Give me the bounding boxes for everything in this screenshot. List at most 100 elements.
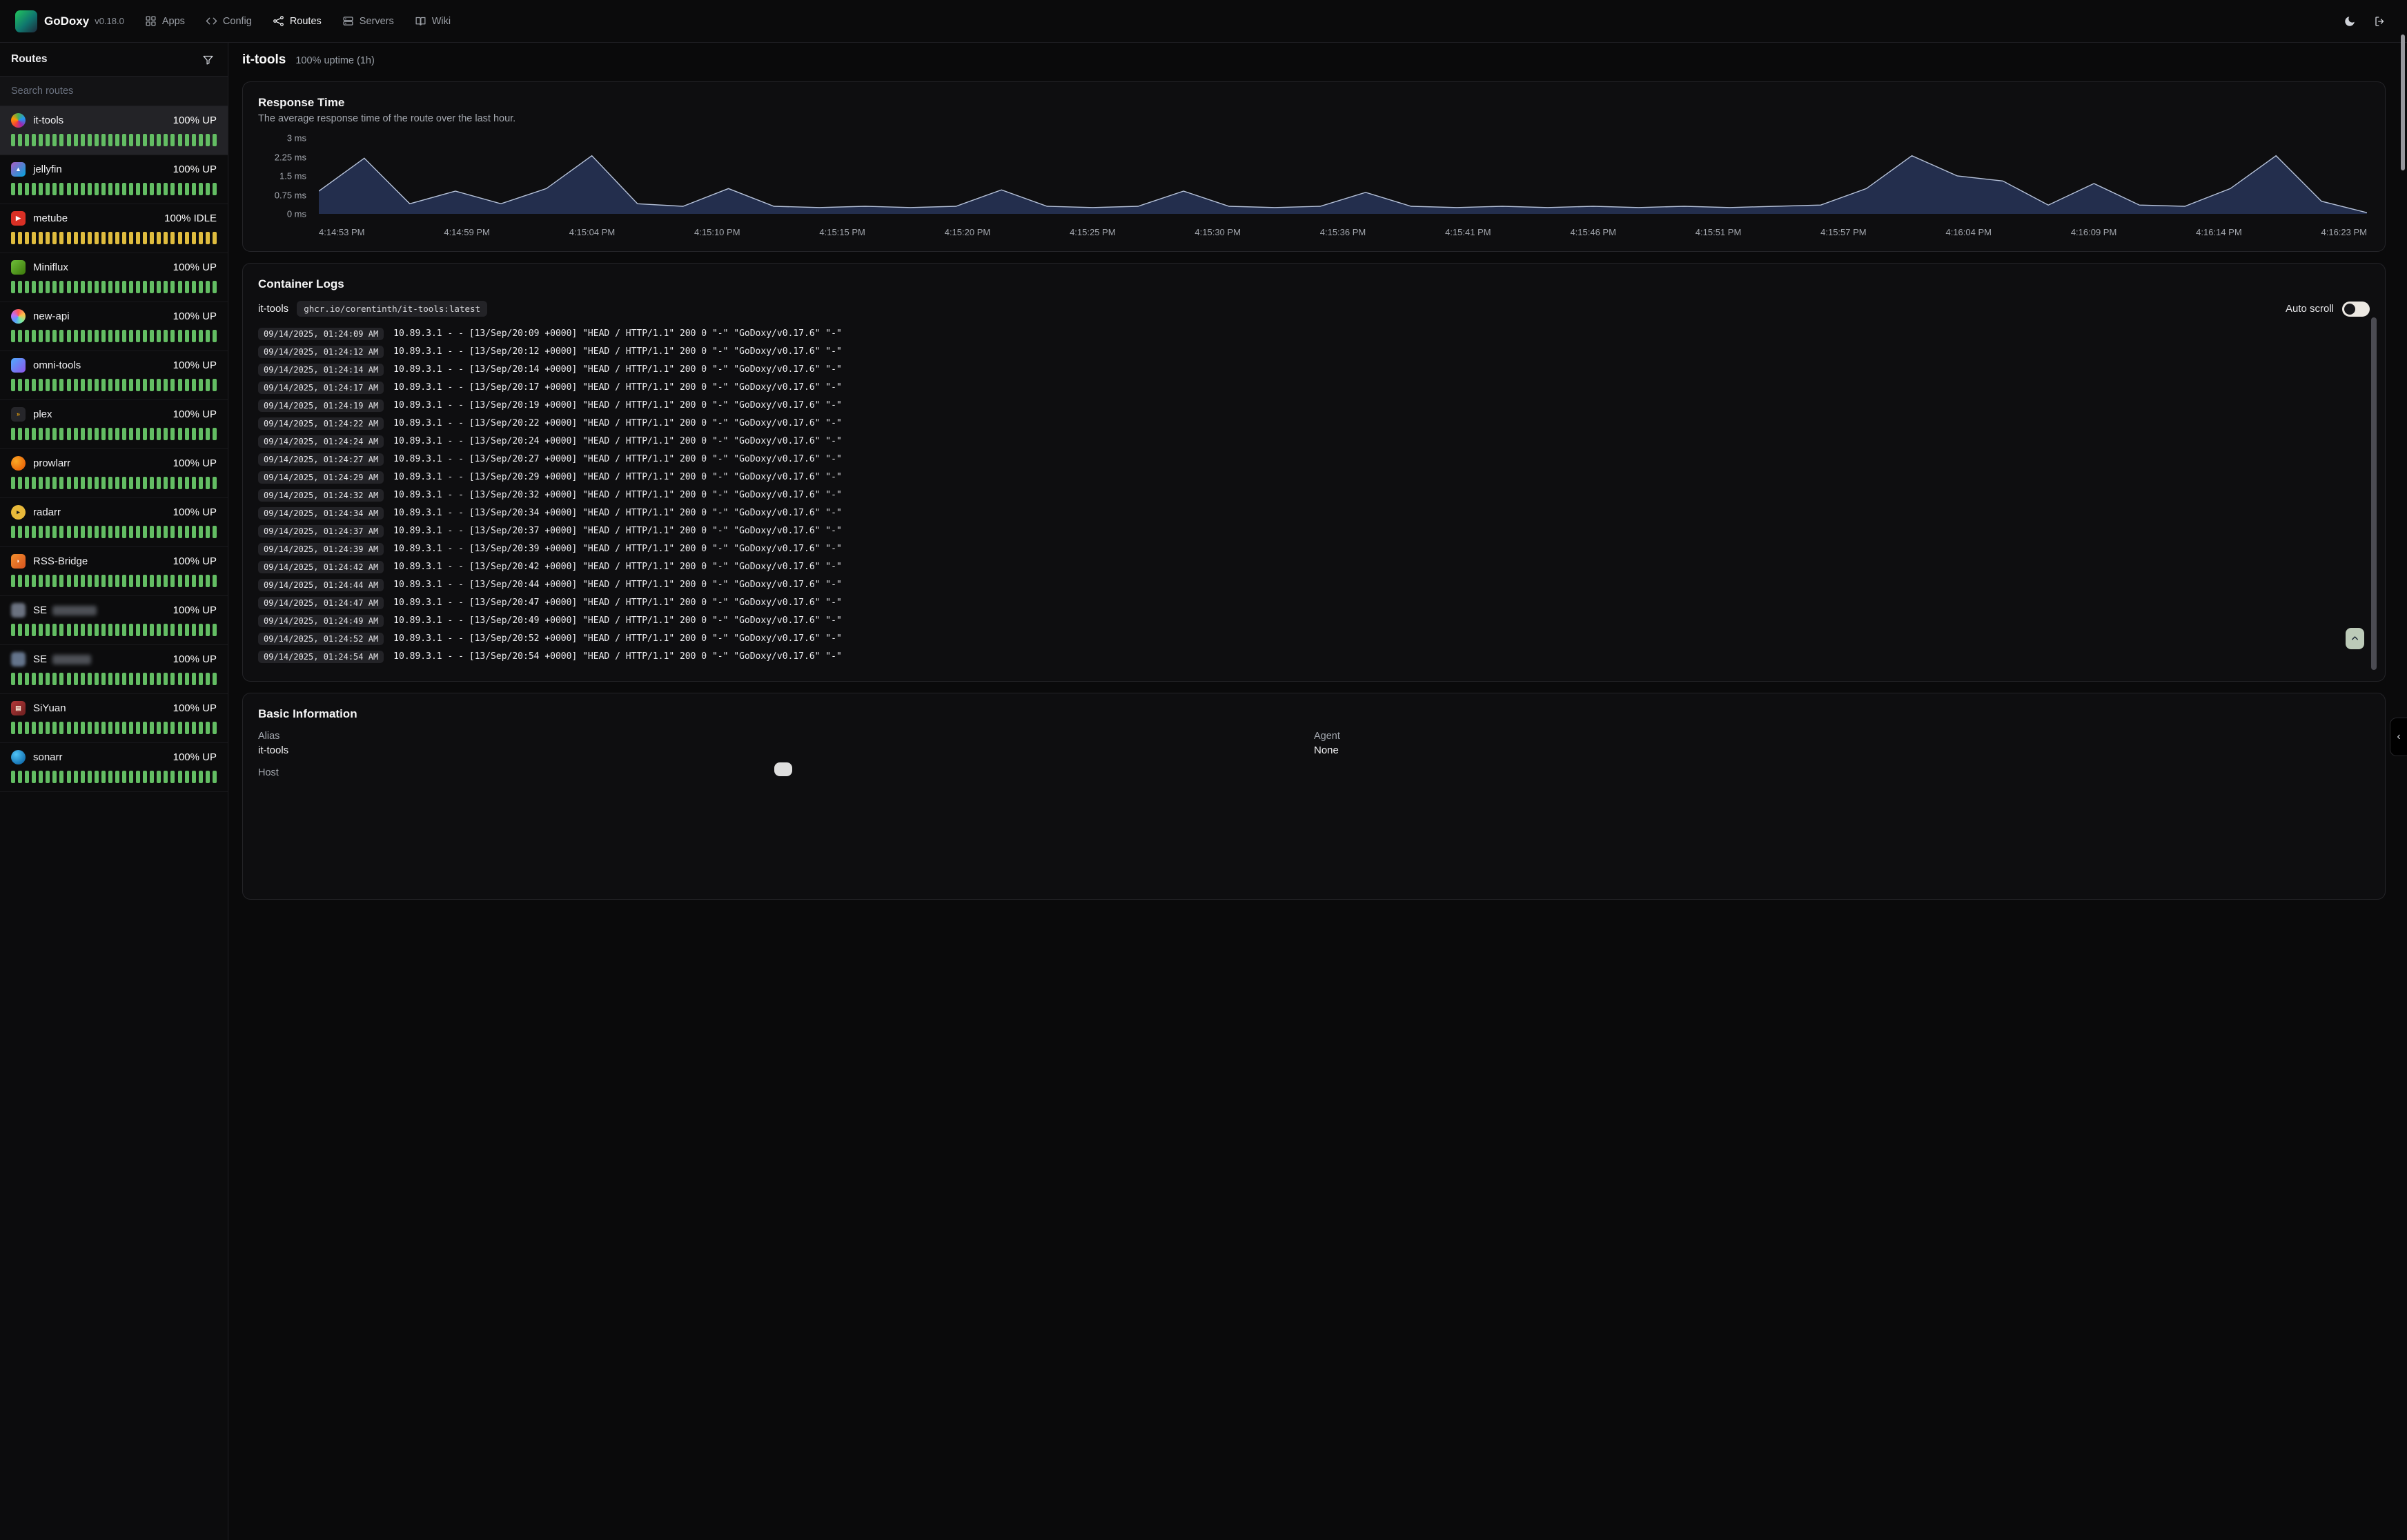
nav-item-servers[interactable]: Servers: [342, 15, 394, 27]
logout-button[interactable]: [2368, 10, 2392, 33]
nav-item-routes[interactable]: Routes: [273, 15, 322, 27]
route-list-item[interactable]: ◗ RSS-Bridge 100% UP: [0, 547, 228, 596]
route-list-item[interactable]: SE 100% UP: [0, 645, 228, 694]
uptime-bar: [143, 771, 147, 783]
uptime-bar: [213, 575, 217, 587]
log-message: 10.89.3.1 - - [13/Sep/20:27 +0000] "HEAD…: [393, 454, 842, 464]
uptime-bar: [129, 575, 133, 587]
search-routes-input[interactable]: [11, 86, 217, 97]
uptime-bar: [52, 428, 57, 440]
log-timestamp: 09/14/2025, 01:24:32 AM: [258, 489, 384, 502]
uptime-bar: [199, 477, 203, 489]
route-list-item[interactable]: sonarr 100% UP: [0, 743, 228, 792]
field-value: it-tools: [258, 744, 1314, 756]
route-status: 100% UP: [173, 555, 217, 567]
uptime-bar: [101, 526, 106, 538]
route-list-item[interactable]: SE 100% UP: [0, 596, 228, 645]
log-message: 10.89.3.1 - - [13/Sep/20:49 +0000] "HEAD…: [393, 615, 842, 626]
uptime-bar: [52, 330, 57, 342]
uptime-bar: [178, 771, 182, 783]
filter-routes-button[interactable]: [199, 50, 217, 68]
uptime-bar: [74, 428, 78, 440]
x-tick-label: 4:14:59 PM: [444, 227, 490, 237]
servers-icon: [342, 15, 354, 27]
uptime-bar: [199, 428, 203, 440]
page-scrollbar-thumb[interactable]: [2401, 34, 2405, 170]
uptime-bar: [164, 477, 168, 489]
route-list-item[interactable]: ▸ radarr 100% UP: [0, 498, 228, 547]
uptime-bar: [164, 673, 168, 685]
uptime-bar: [164, 281, 168, 293]
log-scrollbar[interactable]: [2371, 317, 2377, 670]
uptime-bar: [143, 526, 147, 538]
route-list-item[interactable]: » plex 100% UP: [0, 400, 228, 449]
uptime-bar: [46, 477, 50, 489]
nav-item-apps[interactable]: Apps: [145, 15, 185, 27]
route-name: metube: [33, 213, 68, 224]
log-message: 10.89.3.1 - - [13/Sep/20:24 +0000] "HEAD…: [393, 436, 842, 446]
log-row: 09/14/2025, 01:24:39 AM 10.89.3.1 - - [1…: [258, 542, 2349, 556]
uptime-bar: [150, 330, 154, 342]
theme-toggle-button[interactable]: [2338, 10, 2361, 33]
uptime-bar: [46, 526, 50, 538]
scroll-to-top-button[interactable]: [2346, 628, 2364, 649]
route-list-item[interactable]: prowlarr 100% UP: [0, 449, 228, 498]
y-tick-label: 0.75 ms: [275, 190, 306, 200]
uptime-bar: [18, 771, 22, 783]
route-list-item[interactable]: ▲ jellyfin 100% UP: [0, 155, 228, 204]
x-tick-label: 4:16:04 PM: [1945, 227, 1992, 237]
route-name: sonarr: [33, 751, 63, 763]
route-list-item[interactable]: omni-tools 100% UP: [0, 351, 228, 400]
uptime-bar: [150, 575, 154, 587]
autoscroll-toggle[interactable]: [2342, 302, 2370, 317]
uptime-bar: [39, 673, 43, 685]
nav-label: Config: [223, 16, 252, 27]
uptime-bar: [108, 281, 112, 293]
uptime-bar: [39, 379, 43, 391]
log-timestamp: 09/14/2025, 01:24:17 AM: [258, 382, 384, 394]
uptime-bar: [46, 330, 50, 342]
uptime-bar: [25, 575, 29, 587]
brand-name: GoDoxy: [44, 14, 89, 28]
uptime-bar: [18, 232, 22, 244]
uptime-bar: [95, 771, 99, 783]
autoscroll-control: Auto scroll: [2286, 302, 2370, 317]
uptime-bar: [39, 232, 43, 244]
uptime-bar: [67, 722, 71, 734]
uptime-bar: [74, 526, 78, 538]
route-list-item[interactable]: ▤ SiYuan 100% UP: [0, 694, 228, 743]
uptime-bar: [11, 379, 15, 391]
uptime-bar: [164, 134, 168, 146]
route-list-item[interactable]: new-api 100% UP: [0, 302, 228, 351]
uptime-bar: [143, 330, 147, 342]
uptime-bar: [88, 771, 92, 783]
route-list-item[interactable]: it-tools 100% UP: [0, 106, 228, 155]
uptime-bar: [59, 722, 63, 734]
uptime-bar: [129, 183, 133, 195]
collapse-panel-tab[interactable]: ‹: [2390, 718, 2407, 756]
uptime-bar: [18, 428, 22, 440]
route-list-item[interactable]: ▶ metube 100% IDLE: [0, 204, 228, 253]
nav-item-wiki[interactable]: Wiki: [415, 15, 451, 27]
route-list-item[interactable]: Miniflux 100% UP: [0, 253, 228, 302]
uptime-bar: [74, 771, 78, 783]
uptime-bar: [206, 526, 210, 538]
uptime-bar: [115, 477, 119, 489]
uptime-bar: [170, 281, 175, 293]
uptime-bar: [192, 428, 196, 440]
uptime-bar: [164, 722, 168, 734]
uptime-bar: [122, 624, 126, 636]
uptime-bar: [129, 281, 133, 293]
uptime-bar: [52, 379, 57, 391]
uptime-bars: [11, 477, 217, 489]
log-message: 10.89.3.1 - - [13/Sep/20:32 +0000] "HEAD…: [393, 490, 842, 500]
nav-item-config[interactable]: Config: [206, 15, 252, 27]
uptime-bar: [18, 722, 22, 734]
brand[interactable]: GoDoxy v0.18.0: [15, 10, 124, 32]
uptime-bar: [115, 428, 119, 440]
uptime-bar: [170, 624, 175, 636]
uptime-bar: [143, 232, 147, 244]
uptime-bar: [88, 428, 92, 440]
uptime-bar: [199, 281, 203, 293]
uptime-bar: [157, 673, 161, 685]
